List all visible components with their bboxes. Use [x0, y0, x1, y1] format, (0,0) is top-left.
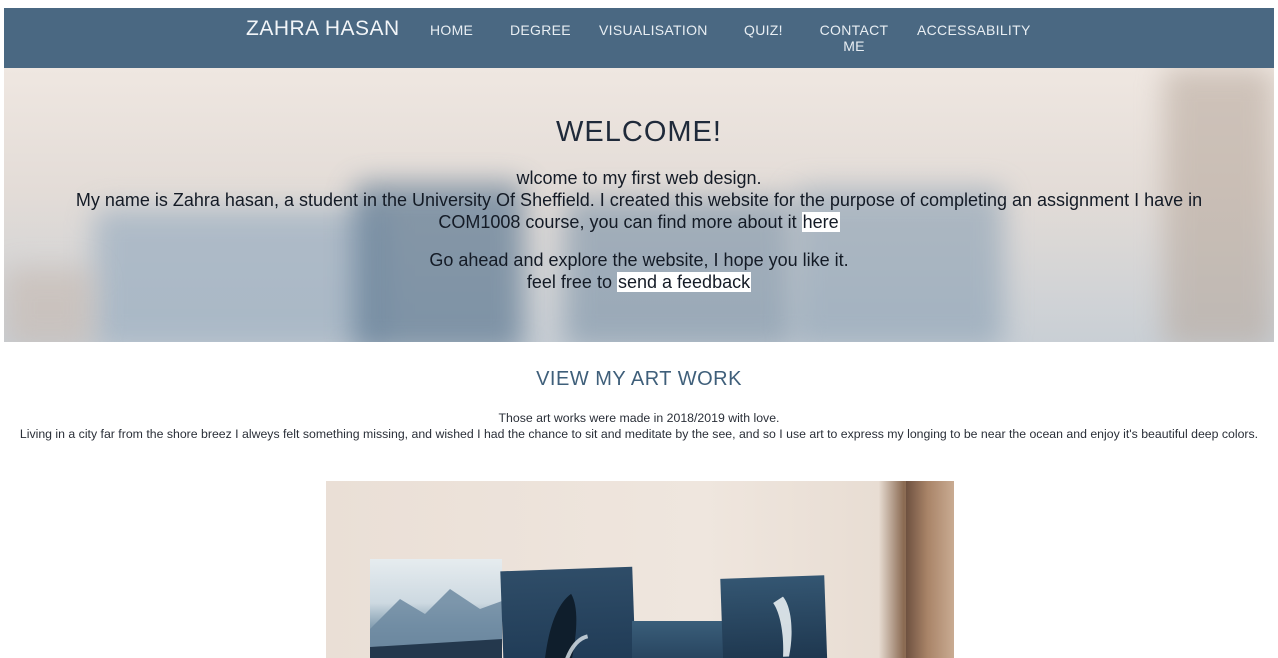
- hero-explore: Go ahead and explore the website, I hope…: [429, 250, 849, 270]
- mountain-shape: [370, 589, 502, 658]
- artwork-canvas-ocean: [632, 621, 732, 658]
- nav-home[interactable]: HOME: [430, 22, 473, 38]
- art-description-line1: Those art works were made in 2018/2019 w…: [498, 411, 780, 425]
- hero-intro-text: My name is Zahra hasan, a student in the…: [75, 190, 1203, 232]
- whale-shape: [543, 593, 589, 658]
- hero-intro: My name is Zahra hasan, a student in the…: [4, 189, 1274, 233]
- nav-contact-me[interactable]: CONTACT ME: [817, 22, 891, 54]
- nav-visualisation[interactable]: VISUALISATION: [599, 22, 708, 38]
- top-navbar: ZAHRA HASAN HOME DEGREE VISUALISATION QU…: [4, 8, 1274, 68]
- nav-quiz[interactable]: QUIZ!: [744, 22, 783, 38]
- artwork-canvas-whale: [500, 566, 636, 658]
- hero-feedback-text: feel free to: [526, 272, 612, 292]
- curtain: [906, 481, 954, 658]
- send-feedback-link[interactable]: send a feedback: [616, 272, 752, 292]
- hero-feedback: feel free to send a feedback: [4, 271, 1274, 293]
- hero-banner: WELCOME! wlcome to my first web design. …: [4, 68, 1274, 342]
- art-section-title: VIEW MY ART WORK: [536, 368, 742, 390]
- nav-degree[interactable]: DEGREE: [510, 22, 571, 38]
- page-title: WELCOME!: [556, 116, 722, 148]
- art-description-line2: Living in a city far from the shore bree…: [19, 427, 1259, 441]
- artwork-canvas-mountains: [370, 559, 502, 658]
- art-description: Those art works were made in 2018/2019 w…: [0, 410, 1278, 442]
- artwork-canvas-diving-whale: [720, 575, 828, 658]
- brand-logo-link[interactable]: ZAHRA HASAN: [246, 17, 400, 41]
- nav-accessability[interactable]: ACCESSABILITY: [917, 22, 1031, 38]
- diving-whale-shape: [773, 596, 792, 657]
- here-link[interactable]: here: [801, 212, 840, 232]
- hero-greeting: wlcome to my first web design.: [516, 168, 762, 188]
- artwork-photo: [326, 481, 954, 658]
- hero-content: WELCOME! wlcome to my first web design. …: [4, 68, 1274, 293]
